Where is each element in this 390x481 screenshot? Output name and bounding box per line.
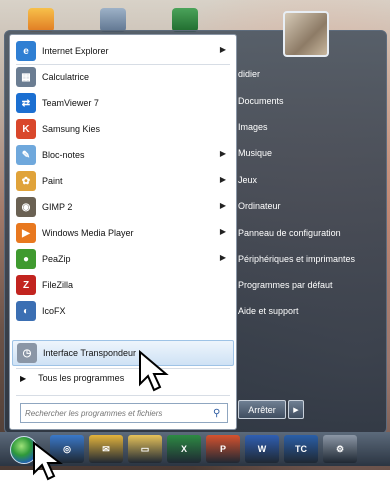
start-menu-link[interactable]: Panneau de configuration [238, 228, 341, 238]
program-item[interactable]: ▶ Windows Media Player ▶ [12, 221, 232, 245]
program-item[interactable]: ◷ Interface Transpondeur [12, 340, 234, 366]
internet-explorer-icon: e [16, 41, 36, 61]
search-box[interactable]: ⚲ [20, 403, 228, 423]
submenu-arrow-icon[interactable]: ▶ [220, 253, 226, 262]
submenu-arrow-icon[interactable]: ▶ [220, 201, 226, 210]
search-input[interactable] [21, 407, 207, 419]
program-list-panel: e Internet Explorer ▶ ▦ Calculatrice ⇄ TeamVie… [9, 34, 237, 430]
outlook-icon[interactable]: ✉ [89, 435, 123, 463]
program-item[interactable]: ▦ Calculatrice [12, 65, 232, 89]
program-item[interactable]: K Samsung Kies [12, 117, 232, 141]
separator [16, 64, 230, 65]
arrow-right-icon: ▶ [20, 373, 27, 383]
word-icon[interactable]: W [245, 435, 279, 463]
program-label: FileZilla [42, 280, 74, 290]
mouse-cursor-icon [33, 441, 63, 481]
program-label: Windows Media Player [42, 228, 134, 238]
samsung-kies-icon: K [16, 119, 36, 139]
program-label: GIMP 2 [42, 202, 73, 212]
arrow-right-icon: ▶ [293, 406, 299, 414]
program-label: Samsung Kies [42, 124, 101, 134]
program-label: TeamViewer 7 [42, 98, 99, 108]
start-menu-link[interactable]: didier [238, 69, 260, 79]
program-item[interactable]: e Internet Explorer ▶ [12, 39, 232, 63]
program-item[interactable]: ◐ IcoFX [12, 299, 232, 323]
program-label: Interface Transpondeur [43, 348, 137, 358]
shutdown-label: Arrêter [248, 404, 276, 415]
paint-icon: ✿ [16, 171, 36, 191]
shutdown-group: Arrêter ▶ [238, 400, 304, 419]
icofx-icon: ◐ [16, 301, 36, 321]
program-label: Calculatrice [42, 72, 90, 82]
program-label: PeaZip [42, 254, 71, 264]
calculator-icon: ▦ [16, 67, 36, 87]
start-menu-link[interactable]: Périphériques et imprimantes [238, 254, 355, 264]
presentation-icon[interactable]: P [206, 435, 240, 463]
program-item[interactable]: ✎ Bloc-notes ▶ [12, 143, 232, 167]
explorer-folder-icon[interactable]: ▭ [128, 435, 162, 463]
start-menu-link[interactable]: Ordinateur [238, 201, 281, 211]
submenu-arrow-icon[interactable]: ▶ [220, 175, 226, 184]
filezilla-icon: Z [16, 275, 36, 295]
start-menu-link[interactable]: Images [238, 122, 268, 132]
desktop-icon-network[interactable] [100, 8, 126, 32]
desktop-icon-vlc[interactable] [28, 8, 54, 32]
notepad-icon: ✎ [16, 145, 36, 165]
separator [16, 395, 230, 396]
tc-icon[interactable]: TC [284, 435, 318, 463]
program-label: Internet Explorer [42, 46, 109, 56]
shutdown-options-button[interactable]: ▶ [288, 400, 304, 419]
all-programs-label: Tous les programmes [38, 373, 125, 383]
start-menu: e Internet Explorer ▶ ▦ Calculatrice ⇄ TeamVie… [4, 11, 387, 434]
user-avatar[interactable] [283, 11, 329, 57]
search-icon[interactable]: ⚲ [213, 408, 220, 419]
program-item[interactable]: ✿ Paint ▶ [12, 169, 232, 193]
start-menu-link[interactable]: Documents [238, 96, 284, 106]
start-menu-link[interactable]: Musique [238, 148, 272, 158]
desktop-icon-app[interactable] [172, 8, 198, 32]
start-menu-link[interactable]: Jeux [238, 175, 257, 185]
all-programs-button[interactable]: ▶ Tous les programmes [20, 373, 124, 383]
submenu-arrow-icon[interactable]: ▶ [220, 149, 226, 158]
program-label: Paint [42, 176, 63, 186]
media-player-icon: ▶ [16, 223, 36, 243]
tools-icon[interactable]: ⚙ [323, 435, 357, 463]
program-item[interactable]: ● PeaZip ▶ [12, 247, 232, 271]
stopwatch-icon: ◷ [17, 343, 37, 363]
start-menu-link[interactable]: Aide et support [238, 306, 299, 316]
excel-icon[interactable]: X [167, 435, 201, 463]
start-menu-link[interactable]: Programmes par défaut [238, 280, 333, 290]
gimp-icon: ◉ [16, 197, 36, 217]
separator [16, 368, 230, 369]
teamviewer-icon: ⇄ [16, 93, 36, 113]
program-label: Bloc-notes [42, 150, 85, 160]
peazip-icon: ● [16, 249, 36, 269]
program-item[interactable]: ◉ GIMP 2 ▶ [12, 195, 232, 219]
program-item[interactable]: Z FileZilla [12, 273, 232, 297]
submenu-arrow-icon[interactable]: ▶ [220, 227, 226, 236]
shutdown-button[interactable]: Arrêter [238, 400, 286, 419]
submenu-arrow-icon[interactable]: ▶ [220, 45, 226, 54]
program-item[interactable]: ⇄ TeamViewer 7 [12, 91, 232, 115]
mouse-cursor-icon [139, 350, 169, 392]
program-label: IcoFX [42, 306, 66, 316]
